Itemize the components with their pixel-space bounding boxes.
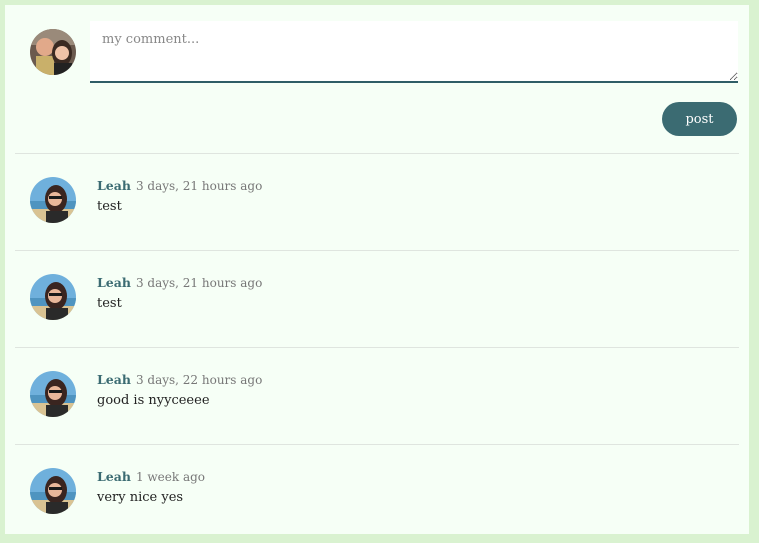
author-avatar[interactable] — [30, 468, 76, 514]
author-avatar[interactable] — [30, 177, 76, 223]
comment-timestamp: 3 days, 22 hours ago — [135, 373, 263, 387]
comment-meta: Leah 3 days, 22 hours ago — [97, 369, 262, 388]
comment-timestamp: 1 week ago — [135, 470, 206, 484]
comment-item: Leah 3 days, 22 hours ago good is nyyceee… — [5, 348, 749, 444]
comment-meta: Leah 3 days, 21 hours ago — [97, 272, 262, 291]
current-user-avatar — [30, 29, 76, 75]
comment-text: very nice yes — [97, 490, 184, 505]
comment-item: Leah 1 week ago very nice yes — [5, 445, 749, 541]
comment-timestamp: 3 days, 21 hours ago — [135, 179, 263, 193]
comment-text: test — [97, 296, 122, 311]
comment-text: test — [97, 199, 122, 214]
author-name[interactable]: Leah — [97, 469, 131, 484]
comment-text: good is nyyceeee — [97, 393, 210, 408]
author-name[interactable]: Leah — [97, 372, 131, 387]
comment-timestamp: 3 days, 21 hours ago — [135, 276, 263, 290]
author-avatar[interactable] — [30, 274, 76, 320]
comment-item: Leah 3 days, 21 hours ago test — [5, 154, 749, 250]
comments-panel: post Leah 3 days, 21 hours ago test — [5, 5, 749, 534]
comment-item: Leah 3 days, 21 hours ago test — [5, 251, 749, 347]
author-avatar[interactable] — [30, 371, 76, 417]
post-button[interactable]: post — [662, 102, 737, 136]
comment-meta: Leah 3 days, 21 hours ago — [97, 175, 262, 194]
author-name[interactable]: Leah — [97, 178, 131, 193]
comment-meta: Leah 1 week ago — [97, 466, 205, 485]
author-name[interactable]: Leah — [97, 275, 131, 290]
comment-input[interactable] — [90, 21, 738, 83]
